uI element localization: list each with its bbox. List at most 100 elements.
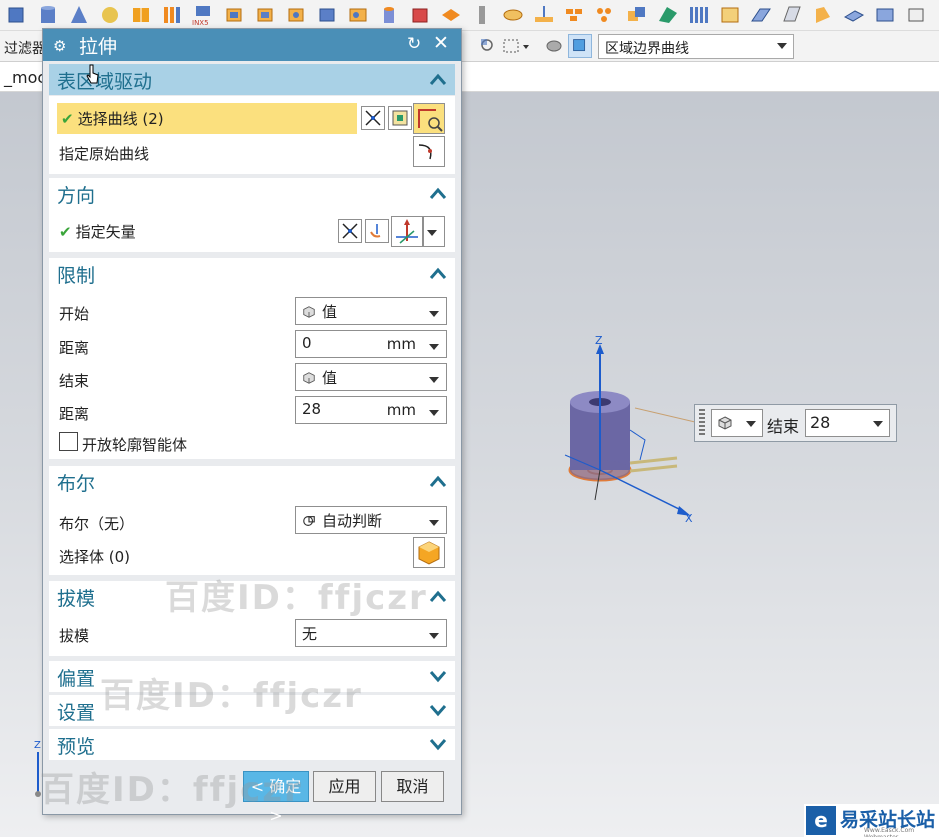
reverse-direction-button[interactable] [338, 219, 362, 243]
onscreen-end-label: 结束 [767, 417, 800, 436]
start-dropdown[interactable]: 值 [295, 297, 447, 325]
fold-icon[interactable] [748, 3, 774, 27]
close-icon[interactable]: ✕ [433, 32, 449, 54]
box-select-icon[interactable] [568, 34, 592, 58]
cube-icon[interactable] [903, 3, 929, 27]
array-icon[interactable] [562, 3, 588, 27]
boss-icon[interactable] [314, 3, 340, 27]
distance-end-input[interactable]: 28 mm [295, 396, 447, 424]
book-icon[interactable] [128, 3, 154, 27]
pad-icon[interactable] [438, 3, 464, 27]
onscreen-end-input: 结束 28 [694, 404, 897, 442]
boolean-label: 布尔（无） [59, 515, 135, 533]
vector-type-button[interactable] [391, 216, 423, 247]
section-preview-title: 预览 [57, 736, 96, 758]
open-profile-checkbox[interactable] [59, 432, 78, 451]
gear-icon[interactable]: ⚙ [53, 37, 66, 55]
shape-icon[interactable] [655, 3, 681, 27]
section-direction-header[interactable]: 方向 [49, 178, 455, 209]
sheet-icon[interactable] [779, 3, 805, 27]
selection-filter-icon[interactable] [478, 36, 498, 56]
curve-rule-dropdown[interactable]: 区域边界曲线 [598, 34, 794, 59]
plate-icon[interactable] [841, 3, 867, 27]
curve-rule-button[interactable] [361, 106, 385, 130]
select-curve-button[interactable] [413, 103, 445, 134]
select-body-button[interactable] [413, 537, 445, 568]
watermark: 百度ID：ffjczr [100, 676, 363, 716]
section-region-header[interactable]: 表区域驱动 [49, 64, 455, 95]
boolean-dropdown[interactable]: 自动判断 [295, 506, 447, 534]
draft-value: 无 [302, 625, 318, 643]
box-icon[interactable] [872, 3, 898, 27]
reset-icon[interactable]: ↻ [407, 34, 421, 54]
mouse-cursor-icon [86, 64, 99, 84]
value-cube-icon [718, 416, 732, 430]
unite-icon[interactable] [624, 3, 650, 27]
model-tab[interactable]: _moc [4, 68, 46, 87]
cone-icon[interactable] [66, 3, 92, 27]
distance-end-value: 28 [302, 400, 322, 418]
pocket-icon[interactable] [345, 3, 371, 27]
extrude-icon[interactable] [221, 3, 247, 27]
section-limits-header[interactable]: 限制 [49, 258, 455, 289]
thread-icon[interactable] [469, 3, 495, 27]
bend-icon[interactable] [810, 3, 836, 27]
apply-button[interactable]: 应用 [313, 771, 376, 802]
onscreen-end-value[interactable]: 28 [805, 409, 890, 437]
revolve-icon[interactable] [252, 3, 278, 27]
sphere-icon[interactable] [97, 3, 123, 27]
distance-start-label: 距离 [59, 339, 90, 357]
frame-icon[interactable] [717, 3, 743, 27]
shaded-view-icon[interactable] [543, 36, 565, 56]
main-toolbar: INX5 [0, 0, 939, 31]
distance-start-input[interactable]: 0 mm [295, 330, 447, 358]
vector-dialog-button[interactable] [365, 219, 389, 243]
open-profile-label: 开放轮廓智能体 [82, 436, 188, 454]
vector-label: ✔ 指定矢量 [59, 223, 136, 241]
rectangle-select-icon[interactable] [502, 36, 532, 56]
nx5-icon[interactable]: INX5 [190, 3, 216, 27]
check-icon: ✔ [59, 223, 72, 241]
dialog-title-bar[interactable]: ⚙ 拉伸 ↻ ✕ [43, 29, 461, 61]
infer-icon [303, 516, 315, 526]
end-value: 值 [322, 369, 338, 387]
section-boolean-body: 布尔（无） 自动判断 选择体 (0) [49, 497, 455, 575]
cylinder-tank-icon[interactable] [376, 3, 402, 27]
value-cube-icon [303, 372, 315, 384]
bars-icon[interactable] [686, 3, 712, 27]
onscreen-type-dropdown[interactable] [711, 409, 763, 437]
cylinder-icon[interactable] [35, 3, 61, 27]
section-boolean-header[interactable]: 布尔 [49, 466, 455, 497]
section-preview-header[interactable]: 预览 [49, 729, 455, 760]
draft-dropdown[interactable]: 无 [295, 619, 447, 647]
original-curve-button[interactable] [413, 136, 445, 167]
chevron-up-icon [429, 590, 447, 602]
watermark: 百度ID：ffjczr [40, 770, 303, 810]
vector-type-dropdown[interactable] [423, 216, 445, 247]
drag-handle-icon[interactable] [699, 409, 705, 437]
sketch-icon[interactable] [500, 3, 526, 27]
onscreen-end-value-text: 28 [810, 413, 831, 432]
chevron-down-icon [429, 705, 447, 717]
hole-icon[interactable] [283, 3, 309, 27]
dots-icon[interactable] [593, 3, 619, 27]
original-curve-label: 指定原始曲线 [59, 145, 150, 163]
block-icon[interactable] [4, 3, 30, 27]
section-limits-title: 限制 [57, 265, 96, 287]
watermark: 百度ID：ffjczr [165, 578, 428, 618]
extrude-preview-model[interactable]: Z X [545, 330, 705, 530]
end-label: 结束 [59, 372, 90, 390]
section-region-body: ✔ 选择曲线 (2) 指定原始曲线 [49, 96, 455, 174]
section-boolean-title: 布尔 [57, 473, 96, 495]
end-dropdown[interactable]: 值 [295, 363, 447, 391]
select-curve-row[interactable]: ✔ 选择曲线 (2) [57, 103, 357, 134]
start-label: 开始 [59, 305, 90, 323]
logo-mark-icon: e [806, 806, 836, 835]
cancel-button[interactable]: 取消 [381, 771, 444, 802]
sketch-section-button[interactable] [388, 106, 412, 130]
check-icon: ✔ [61, 110, 74, 128]
plane-icon[interactable] [531, 3, 557, 27]
box-red-icon[interactable] [407, 3, 433, 27]
rib-icon[interactable] [159, 3, 185, 27]
select-body-label: 选择体 (0) [59, 548, 131, 566]
